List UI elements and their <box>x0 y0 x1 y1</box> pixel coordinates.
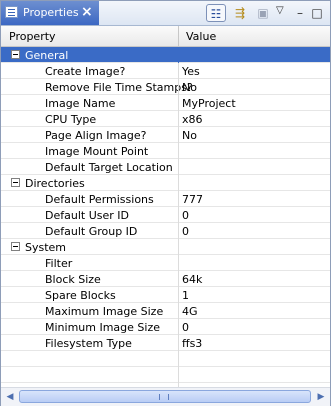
maximize-icon: □ <box>311 6 323 20</box>
show-categories-button[interactable]: ☷ <box>206 4 226 22</box>
group-label: General <box>25 49 69 62</box>
properties-view: Properties × ☷ ⇶ ▣ ▽ – □ Property Value … <box>0 0 331 406</box>
collapse-icon[interactable] <box>11 178 20 187</box>
maximize-button[interactable]: □ <box>311 4 323 22</box>
restore-default-button[interactable]: ▣ <box>253 4 273 22</box>
column-header: Property Value <box>1 26 330 47</box>
property-label: Spare Blocks <box>45 289 116 302</box>
minimize-icon: – <box>297 6 303 20</box>
property-value[interactable]: 64k <box>182 273 202 286</box>
show-advanced-icon: ⇶ <box>234 6 246 20</box>
property-row[interactable]: Spare Blocks 1 <box>1 287 330 303</box>
property-row[interactable]: Remove File Time Stamps? No <box>1 79 330 95</box>
scrollbar-thumb[interactable] <box>19 390 311 403</box>
close-icon[interactable]: × <box>81 4 93 20</box>
property-label: CPU Type <box>45 113 97 126</box>
horizontal-scrollbar[interactable]: ◀ ▶ <box>1 387 330 406</box>
property-value[interactable]: 777 <box>182 193 203 206</box>
minimize-button[interactable]: – <box>294 4 306 22</box>
group-label: Directories <box>25 177 85 190</box>
property-value[interactable]: ffs3 <box>182 337 202 350</box>
property-label: Block Size <box>45 273 101 286</box>
group-row-general[interactable]: General <box>1 47 330 63</box>
property-label: Filter <box>45 257 73 270</box>
group-label: System <box>25 241 67 254</box>
property-row[interactable]: Default Target Location <box>1 159 330 175</box>
property-row[interactable]: Filesystem Type ffs3 <box>1 335 330 351</box>
column-divider[interactable] <box>178 26 179 46</box>
scroll-left-icon[interactable]: ◀ <box>3 390 17 404</box>
collapse-icon[interactable] <box>11 50 20 59</box>
property-label: Default Target Location <box>45 161 173 174</box>
property-label: Default User ID <box>45 209 129 222</box>
property-row[interactable]: Default Group ID 0 <box>1 223 330 239</box>
property-row[interactable]: Maximum Image Size 4G <box>1 303 330 319</box>
restore-default-icon: ▣ <box>257 6 269 20</box>
property-label: Default Group ID <box>45 225 138 238</box>
property-label: Remove File Time Stamps? <box>45 81 193 94</box>
tab-title: Properties <box>23 6 79 19</box>
property-label: Image Name <box>45 97 116 110</box>
property-tree: General Create Image? Yes Remove File Tim… <box>1 47 330 399</box>
property-value[interactable]: 0 <box>182 321 189 334</box>
show-categories-icon: ☷ <box>210 7 222 21</box>
property-row[interactable]: Create Image? Yes <box>1 63 330 79</box>
property-label: Filesystem Type <box>45 337 132 350</box>
property-label: Minimum Image Size <box>45 321 161 334</box>
property-row[interactable]: Default Permissions 777 <box>1 191 330 207</box>
property-value[interactable]: No <box>182 129 197 142</box>
property-label: Page Align Image? <box>45 129 147 142</box>
property-row[interactable]: Default User ID 0 <box>1 207 330 223</box>
property-value[interactable]: MyProject <box>182 97 236 110</box>
property-value[interactable]: 0 <box>182 209 189 222</box>
column-header-value[interactable]: Value <box>186 30 216 43</box>
property-row[interactable]: Image Name MyProject <box>1 95 330 111</box>
scroll-right-icon[interactable]: ▶ <box>314 390 328 404</box>
group-row-directories[interactable]: Directories <box>1 175 330 191</box>
group-row-system[interactable]: System <box>1 239 330 255</box>
property-row[interactable]: Image Mount Point <box>1 143 330 159</box>
property-value[interactable]: 0 <box>182 225 189 238</box>
property-row[interactable]: Minimum Image Size 0 <box>1 319 330 335</box>
show-advanced-button[interactable]: ⇶ <box>230 4 250 22</box>
column-header-property[interactable]: Property <box>9 30 56 43</box>
property-value[interactable]: 1 <box>182 289 189 302</box>
property-value[interactable]: x86 <box>182 113 203 126</box>
property-row[interactable]: CPU Type x86 <box>1 111 330 127</box>
properties-icon <box>5 6 18 18</box>
grip-icon <box>159 394 169 400</box>
tab-properties[interactable]: Properties × <box>1 1 99 25</box>
empty-row <box>1 351 330 367</box>
property-label: Default Permissions <box>45 193 154 206</box>
property-value[interactable]: No <box>182 81 197 94</box>
collapse-icon[interactable] <box>11 242 20 251</box>
property-value[interactable]: Yes <box>182 65 200 78</box>
property-label: Maximum Image Size <box>45 305 164 318</box>
view-menu-button[interactable]: ▽ <box>276 5 296 23</box>
property-value[interactable]: 4G <box>182 305 198 318</box>
view-title-bar: Properties × ☷ ⇶ ▣ ▽ – □ <box>1 1 330 26</box>
property-row[interactable]: Filter <box>1 255 330 271</box>
empty-row <box>1 367 330 383</box>
property-row[interactable]: Block Size 64k <box>1 271 330 287</box>
property-label: Create Image? <box>45 65 126 78</box>
property-row[interactable]: Page Align Image? No <box>1 127 330 143</box>
property-label: Image Mount Point <box>45 145 149 158</box>
view-menu-icon: ▽ <box>276 5 284 16</box>
